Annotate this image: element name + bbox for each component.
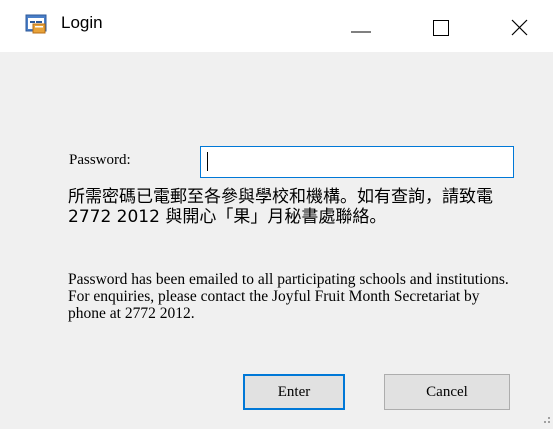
minimize-icon <box>351 31 371 33</box>
enter-button[interactable]: Enter <box>243 374 345 410</box>
close-icon <box>511 19 528 36</box>
notice-chinese: 所需密碼已電郵至各參與學校和機構。如有查詢，請致電 2772 2012 與開心「… <box>68 187 493 227</box>
form-body <box>0 52 553 425</box>
text-caret <box>207 152 208 171</box>
password-field[interactable] <box>200 146 514 178</box>
title-bar[interactable]: Login <box>0 0 553 52</box>
window-title: Login <box>61 13 103 32</box>
maximize-icon <box>433 20 449 36</box>
close-button[interactable] <box>496 0 542 52</box>
cancel-button[interactable]: Cancel <box>384 374 510 410</box>
resize-grip-icon[interactable] <box>539 411 551 423</box>
notice-english: Password has been emailed to all partici… <box>68 271 509 322</box>
form-app-icon <box>25 12 47 34</box>
maximize-button[interactable] <box>418 0 464 52</box>
minimize-button[interactable] <box>338 0 384 52</box>
password-label: Password: <box>69 152 131 168</box>
